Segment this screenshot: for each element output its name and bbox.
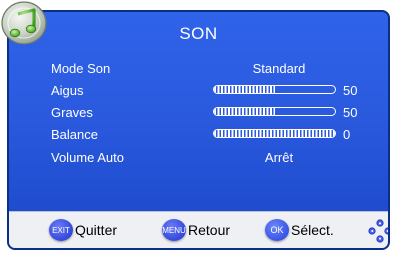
- footer-bar: EXIT Quitter MENU Retour OK Sélect.: [9, 211, 388, 248]
- exit-button[interactable]: EXIT Quitter: [49, 219, 117, 241]
- back-button[interactable]: MENU Retour: [162, 219, 230, 241]
- row-value: Standard: [252, 61, 306, 76]
- select-label: Sélect.: [291, 222, 334, 238]
- slider-fill: [214, 108, 275, 115]
- row-volume-auto[interactable]: Volume Auto Arrêt: [9, 148, 388, 168]
- select-button[interactable]: OK Sélect.: [265, 219, 334, 241]
- menu-title: SON: [179, 24, 218, 43]
- row-aigus[interactable]: Aigus 50: [9, 81, 388, 101]
- row-value: Arrêt: [264, 150, 294, 165]
- sound-menu-panel: SON Mode Son Standard Aigus 50 Graves 50…: [7, 10, 390, 250]
- row-number: 50: [343, 105, 358, 120]
- row-graves[interactable]: Graves 50: [9, 103, 388, 123]
- exit-key-icon: EXIT: [49, 219, 73, 241]
- ok-key-icon: OK: [265, 219, 289, 241]
- graves-slider[interactable]: [213, 107, 336, 116]
- aigus-slider[interactable]: [213, 85, 336, 94]
- back-label: Retour: [188, 222, 231, 238]
- row-number: 50: [343, 83, 358, 98]
- row-mode-son[interactable]: Mode Son Standard: [9, 59, 388, 79]
- row-label: Mode Son: [51, 61, 111, 76]
- row-label: Volume Auto: [51, 150, 124, 165]
- row-number: 0: [343, 127, 351, 142]
- slider-fill: [214, 86, 275, 93]
- slider-fill: [214, 130, 335, 137]
- menu-body: SON Mode Son Standard Aigus 50 Graves 50…: [9, 12, 388, 212]
- music-note-icon: [1, 1, 47, 45]
- dpad-arrows-icon[interactable]: [368, 219, 390, 243]
- exit-label: Quitter: [75, 222, 118, 238]
- row-label: Graves: [51, 105, 93, 120]
- row-balance[interactable]: Balance 0: [9, 125, 388, 145]
- row-label: Balance: [51, 127, 98, 142]
- row-label: Aigus: [51, 83, 84, 98]
- menu-key-icon: MENU: [162, 219, 186, 241]
- balance-slider[interactable]: [213, 129, 336, 138]
